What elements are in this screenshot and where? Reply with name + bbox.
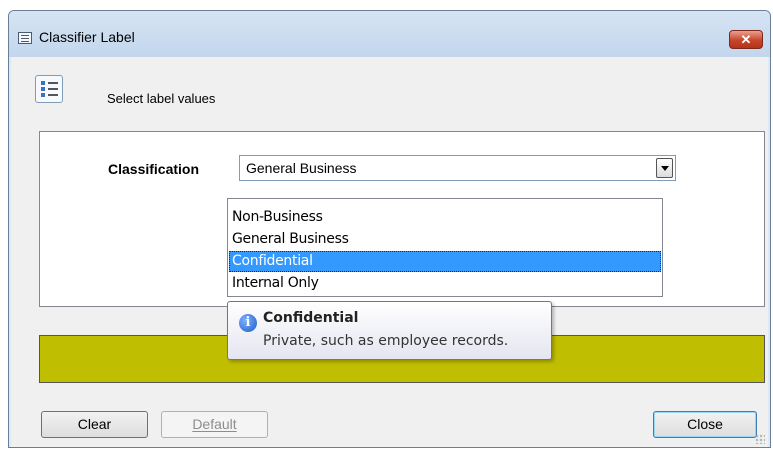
close-button[interactable]: Close	[653, 411, 757, 438]
dropdown-arrow-button[interactable]	[656, 158, 673, 178]
default-button-label: Default	[192, 416, 237, 432]
header-instructions: Select label values	[107, 91, 216, 106]
classification-dropdown-list[interactable]: Non-Business General Business Confidenti…	[227, 198, 663, 297]
classification-tooltip: i Confidential Private, such as employee…	[227, 301, 552, 360]
app-icon	[18, 32, 32, 44]
resize-grip[interactable]	[755, 434, 765, 444]
tooltip-title: Confidential	[263, 310, 359, 326]
dropdown-option-general-business[interactable]: General Business	[229, 229, 661, 250]
info-icon: i	[239, 314, 257, 332]
dropdown-option-internal-only[interactable]: Internal Only	[229, 273, 661, 294]
dropdown-option-non-business[interactable]: Non-Business	[229, 207, 661, 228]
checklist-icon	[35, 75, 63, 103]
window-title: Classifier Label	[39, 29, 135, 45]
window-close-button[interactable]: ✕	[729, 30, 763, 49]
dropdown-option-confidential[interactable]: Confidential	[229, 251, 661, 272]
clear-button[interactable]: Clear	[41, 411, 148, 438]
tooltip-description: Private, such as employee records.	[263, 333, 509, 349]
default-button: Default	[161, 411, 268, 438]
classification-combobox[interactable]: General Business	[239, 155, 676, 181]
classification-label: Classification	[108, 161, 200, 177]
title-bar[interactable]: Classifier Label ✕	[9, 11, 770, 57]
classification-selected-value: General Business	[246, 160, 357, 176]
